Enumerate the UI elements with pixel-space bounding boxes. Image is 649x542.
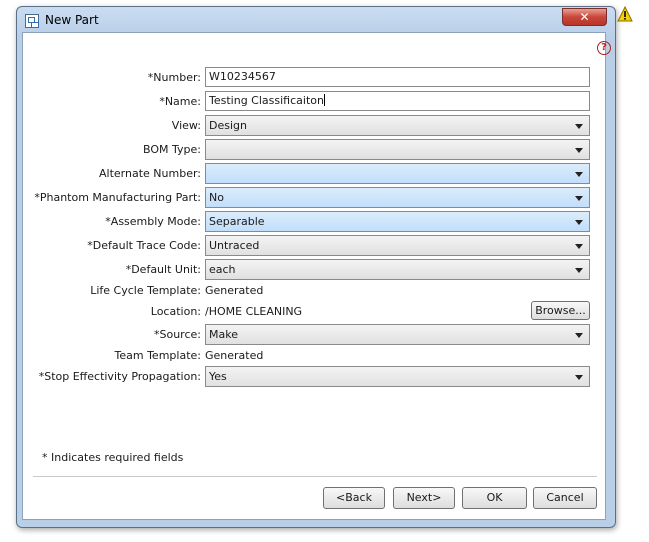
source-label: *Source:: [154, 328, 201, 341]
default-unit-select[interactable]: each: [205, 259, 590, 280]
next-button[interactable]: Next>: [393, 487, 455, 509]
warning-icon: [617, 6, 633, 22]
phantom-select[interactable]: No: [205, 187, 590, 208]
default-unit-value: each: [209, 263, 236, 276]
team-template-value: Generated: [205, 349, 264, 362]
row-location: Location: /HOME CLEANING Browse...: [23, 301, 607, 323]
help-icon[interactable]: ?: [597, 41, 611, 55]
window-title: New Part: [45, 13, 99, 27]
cancel-button[interactable]: Cancel: [533, 487, 597, 509]
life-cycle-label: Life Cycle Template:: [90, 284, 201, 297]
view-select[interactable]: Design: [205, 115, 590, 136]
location-label: Location:: [150, 305, 201, 318]
row-alternate-number: Alternate Number:: [23, 163, 607, 185]
text-caret: [323, 94, 325, 106]
row-stop-effectivity: *Stop Effectivity Propagation: Yes: [23, 366, 607, 388]
phantom-value: No: [209, 191, 224, 204]
stop-effectivity-value: Yes: [209, 370, 227, 383]
chevron-down-icon: [575, 172, 583, 177]
alternate-number-label: Alternate Number:: [99, 167, 201, 180]
assembly-mode-label: *Assembly Mode:: [105, 215, 201, 228]
back-button[interactable]: <Back: [323, 487, 385, 509]
assembly-mode-value: Separable: [209, 215, 265, 228]
stop-effectivity-select[interactable]: Yes: [205, 366, 590, 387]
alternate-number-select[interactable]: [205, 163, 590, 184]
ok-button[interactable]: OK: [462, 487, 527, 509]
row-trace-code: *Default Trace Code: Untraced: [23, 235, 607, 257]
chevron-down-icon: [575, 196, 583, 201]
chevron-down-icon: [575, 333, 583, 338]
app-icon: [25, 14, 39, 28]
row-default-unit: *Default Unit: each: [23, 259, 607, 281]
bom-type-label: BOM Type:: [143, 143, 201, 156]
row-source: *Source: Make: [23, 324, 607, 346]
row-assembly-mode: *Assembly Mode: Separable: [23, 211, 607, 233]
phantom-label: *Phantom Manufacturing Part:: [34, 191, 201, 204]
life-cycle-value: Generated: [205, 284, 264, 297]
row-team-template: Team Template: Generated: [23, 345, 607, 367]
close-button[interactable]: ✕: [562, 8, 607, 26]
number-label: *Number:: [147, 71, 201, 84]
bom-type-select[interactable]: [205, 139, 590, 160]
browse-button[interactable]: Browse...: [531, 301, 590, 320]
trace-code-select[interactable]: Untraced: [205, 235, 590, 256]
chevron-down-icon: [575, 220, 583, 225]
row-life-cycle: Life Cycle Template: Generated: [23, 280, 607, 302]
required-fields-note: * Indicates required fields: [42, 451, 184, 464]
chevron-down-icon: [575, 244, 583, 249]
row-phantom: *Phantom Manufacturing Part: No: [23, 187, 607, 209]
source-value: Make: [209, 328, 238, 341]
row-name: *Name: Testing Classificaiton: [23, 91, 607, 113]
chevron-down-icon: [575, 124, 583, 129]
name-value: Testing Classificaiton: [209, 94, 324, 107]
row-number: *Number: W10234567: [23, 67, 607, 89]
assembly-mode-select[interactable]: Separable: [205, 211, 590, 232]
chevron-down-icon: [575, 268, 583, 273]
team-template-label: Team Template:: [114, 349, 201, 362]
view-label: View:: [171, 119, 201, 132]
number-field[interactable]: W10234567: [205, 67, 590, 87]
dialog-body: ? *Number: W10234567 *Name: Testing Clas…: [22, 32, 611, 520]
row-bom-type: BOM Type:: [23, 139, 607, 161]
trace-code-label: *Default Trace Code:: [87, 239, 201, 252]
name-label: *Name:: [159, 95, 201, 108]
row-view: View: Design: [23, 115, 607, 137]
location-value: /HOME CLEANING: [205, 305, 303, 318]
trace-code-value: Untraced: [209, 239, 260, 252]
source-select[interactable]: Make: [205, 324, 590, 345]
chevron-down-icon: [575, 148, 583, 153]
footer-divider: [33, 476, 597, 477]
default-unit-label: *Default Unit:: [125, 263, 201, 276]
name-field[interactable]: Testing Classificaiton: [205, 91, 590, 111]
stop-effectivity-label: *Stop Effectivity Propagation:: [38, 370, 201, 383]
chevron-down-icon: [575, 375, 583, 380]
view-value: Design: [209, 119, 247, 132]
